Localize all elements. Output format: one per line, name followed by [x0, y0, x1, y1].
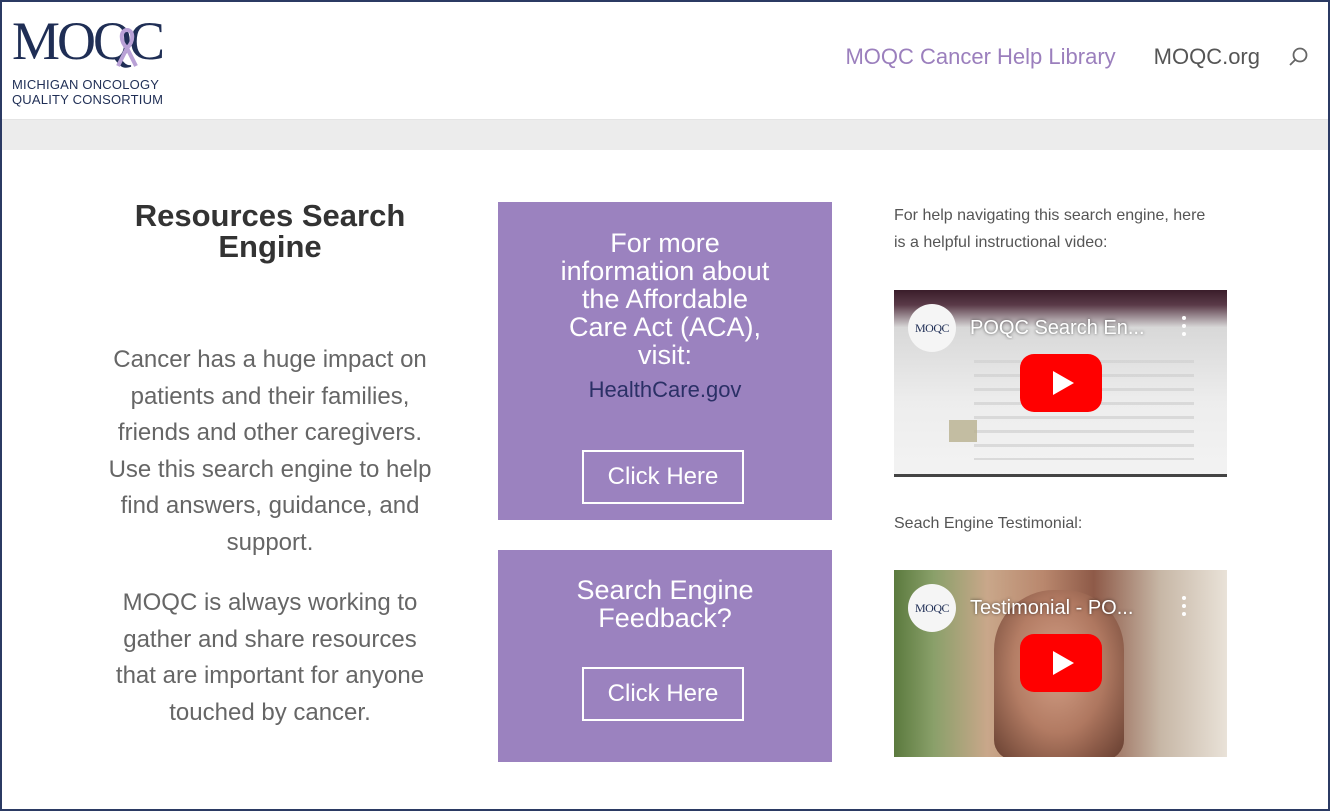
- nav-item-cancer-help-library[interactable]: MOQC Cancer Help Library: [845, 44, 1115, 70]
- play-icon[interactable]: [1020, 634, 1102, 692]
- video-progress-line: [894, 474, 1227, 477]
- video-title[interactable]: POQC Search En...: [970, 316, 1170, 340]
- aca-info-box: For more information about the Affordabl…: [498, 202, 832, 520]
- healthcare-gov-link[interactable]: HealthCare.gov: [498, 377, 832, 403]
- feedback-click-here-button[interactable]: Click Here: [582, 667, 744, 721]
- testimonial-video-embed[interactable]: MOQC Testimonial - PO...: [894, 570, 1227, 757]
- aca-click-here-button[interactable]: Click Here: [582, 450, 744, 504]
- aca-heading: For more information about the Affordabl…: [560, 228, 770, 370]
- channel-avatar[interactable]: MOQC: [908, 304, 956, 352]
- search-icon[interactable]: [1288, 46, 1310, 68]
- mission-paragraph: MOQC is always working to gather and sha…: [115, 589, 425, 726]
- more-options-icon[interactable]: [1181, 316, 1187, 340]
- logo-line-2: QUALITY CONSORTIUM: [12, 92, 164, 107]
- video-help-text: For help navigating this search engine, …: [894, 207, 1206, 251]
- intro-paragraph: Cancer has a huge impact on patients and…: [108, 346, 432, 556]
- nav-item-moqc-org[interactable]: MOQC.org: [1154, 44, 1260, 70]
- more-options-icon[interactable]: [1181, 596, 1187, 620]
- site-header: MOQC MICHIGAN ONCOLOGY QUALITY CONSORTIU…: [2, 2, 1328, 120]
- feedback-heading: Search Engine Feedback?: [576, 575, 754, 633]
- main-content: Resources Search Engine Cancer has a hug…: [10, 150, 1320, 809]
- page-title: Resources Search Engine: [134, 198, 406, 264]
- header-divider-band: [2, 120, 1328, 150]
- logo-line-1: MICHIGAN ONCOLOGY: [12, 77, 160, 92]
- testimonial-label: Seach Engine Testimonial:: [894, 515, 1083, 532]
- play-icon[interactable]: [1020, 354, 1102, 412]
- main-nav: MOQC Cancer Help Library MOQC.org: [845, 44, 1310, 70]
- moqc-logo[interactable]: MOQC MICHIGAN ONCOLOGY QUALITY CONSORTIU…: [12, 12, 187, 107]
- video-title[interactable]: Testimonial - PO...: [970, 596, 1170, 620]
- intro-column: Resources Search Engine Cancer has a hug…: [100, 200, 440, 731]
- feedback-box: Search Engine Feedback? Click Here: [498, 550, 832, 762]
- instructional-video-embed[interactable]: MOQC POQC Search En...: [894, 290, 1227, 477]
- ribbon-icon: [116, 27, 138, 67]
- browser-frame: MOQC MICHIGAN ONCOLOGY QUALITY CONSORTIU…: [0, 0, 1330, 811]
- channel-avatar[interactable]: MOQC: [908, 584, 956, 632]
